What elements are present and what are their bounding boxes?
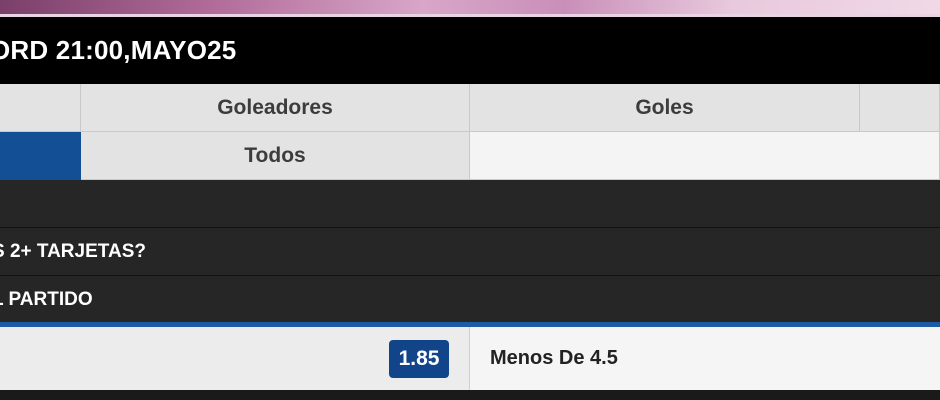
- tab-goleadores[interactable]: Goleadores: [81, 84, 470, 132]
- odds-button[interactable]: 1.85: [389, 340, 449, 378]
- bottom-divider: [0, 390, 940, 400]
- market-section-label: S 2+ TARJETAS?: [0, 240, 146, 262]
- odds-cell-right[interactable]: Menos De 4.5: [470, 327, 940, 390]
- tab-goles[interactable]: Goles: [470, 84, 860, 132]
- match-title-bar: ORD 21:00,MAYO25: [0, 17, 940, 84]
- selection-label: Menos De 4.5: [490, 347, 618, 369]
- tab-partial-right[interactable]: [860, 84, 940, 132]
- tab-empty[interactable]: [470, 132, 940, 180]
- market-section-tarjetas[interactable]: S 2+ TARJETAS?: [0, 228, 940, 276]
- market-subcategory-tabs: Todos: [0, 132, 940, 180]
- market-section-header[interactable]: [0, 180, 940, 228]
- market-category-tabs: Goleadores Goles: [0, 84, 940, 132]
- tab-todos[interactable]: Todos: [81, 132, 470, 180]
- tab-selected[interactable]: [0, 132, 81, 180]
- market-section-label: L PARTIDO: [0, 289, 93, 310]
- odds-row: 1.85 Menos De 4.5: [0, 327, 940, 390]
- tab-partial-left[interactable]: [0, 84, 81, 132]
- market-section-partido[interactable]: L PARTIDO: [0, 276, 940, 324]
- match-title: ORD 21:00,MAYO25: [0, 35, 237, 65]
- odds-cell-left[interactable]: 1.85: [0, 327, 470, 390]
